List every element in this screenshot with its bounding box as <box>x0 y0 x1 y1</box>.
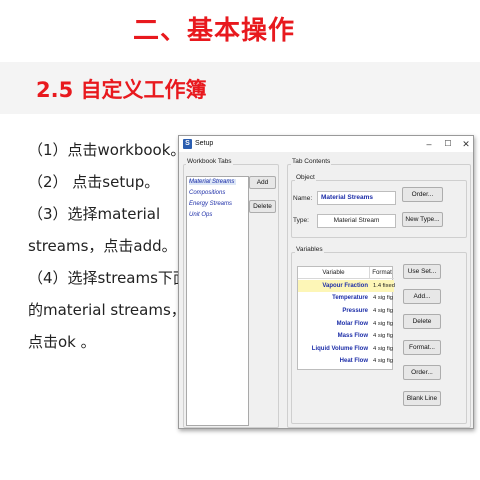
dialog-title: Setup <box>195 140 214 147</box>
step-line: 的material streams， <box>28 301 186 319</box>
step-line: （3）选择material <box>28 205 161 223</box>
variable-format: 4 sig fig <box>373 333 393 339</box>
object-label: Object <box>295 174 316 181</box>
table-row[interactable]: Temperature 4 sig fig <box>298 292 394 304</box>
step-line: （2） 点击setup。 <box>28 173 160 191</box>
setup-dialog: S Setup – ☐ ✕ Workbook Tabs Material Str… <box>178 135 474 429</box>
table-row[interactable]: Pressure 4 sig fig <box>298 305 394 317</box>
variable-format: 4 sig fig <box>373 308 393 314</box>
name-label: Name: <box>293 195 313 202</box>
object-order-button[interactable]: Order... <box>402 187 443 202</box>
tab-contents-label: Tab Contents <box>291 158 332 165</box>
table-row[interactable]: Liquid Volume Flow 4 sig fig <box>298 343 394 355</box>
workbook-tabs-list[interactable]: Material Streams Compositions Energy Str… <box>186 176 249 426</box>
step-line: （1）点击workbook。 <box>28 141 186 159</box>
list-item-energy-streams[interactable]: Energy Streams <box>189 201 232 207</box>
variable-name: Heat Flow <box>339 358 368 364</box>
page-title: 二、基本操作 <box>133 16 296 46</box>
column-header-format: Format <box>370 267 394 279</box>
slide-top-strip <box>0 0 4 52</box>
tab-delete-button[interactable]: Delete <box>249 200 276 213</box>
list-item-material-streams[interactable]: Material Streams <box>189 179 237 185</box>
maximize-icon[interactable]: ☐ <box>441 138 455 150</box>
step-line: streams，点击add。 <box>28 237 177 255</box>
variable-name: Mass Flow <box>337 333 368 339</box>
list-item-unit-ops[interactable]: Unit Ops <box>189 212 212 218</box>
step-line: （4）选择streams下面 <box>28 269 188 287</box>
workbook-tabs-label: Workbook Tabs <box>186 158 233 165</box>
variable-format: 1.4 fixed <box>373 283 395 289</box>
table-row[interactable]: Vapour Fraction 1.4 fixed <box>298 280 395 292</box>
blank-line-button[interactable]: Blank Line <box>403 391 441 406</box>
table-row[interactable]: Mass Flow 4 sig fig <box>298 330 394 342</box>
variable-format: 4 sig fig <box>373 346 393 352</box>
list-item-compositions[interactable]: Compositions <box>189 190 225 196</box>
variable-format: 4 sig fig <box>373 321 393 327</box>
variables-label: Variables <box>295 246 324 253</box>
variable-name: Temperature <box>332 295 368 301</box>
variables-table[interactable]: Variable Format Vapour Fraction 1.4 fixe… <box>297 266 395 370</box>
app-icon: S <box>183 139 192 149</box>
variable-name: Vapour Fraction <box>322 283 368 289</box>
format-button[interactable]: Format... <box>403 340 441 355</box>
variable-order-button[interactable]: Order... <box>403 365 441 380</box>
variable-format: 4 sig fig <box>373 295 393 301</box>
variable-name: Molar Flow <box>336 321 368 327</box>
name-field[interactable]: Material Streams <box>317 191 396 205</box>
table-row[interactable]: Heat Flow 4 sig fig <box>298 355 394 367</box>
close-icon[interactable]: ✕ <box>459 138 473 150</box>
variable-format: 4 sig fig <box>373 358 393 364</box>
type-label: Type: <box>293 217 309 224</box>
type-field[interactable]: Material Stream <box>317 214 396 228</box>
variable-delete-button[interactable]: Delete <box>403 314 441 329</box>
tab-add-button[interactable]: Add <box>249 176 276 189</box>
step-line: 点击ok 。 <box>28 333 96 351</box>
column-header-variable: Variable <box>298 267 370 279</box>
new-type-button[interactable]: New Type... <box>402 212 443 227</box>
dialog-titlebar[interactable]: S Setup – ☐ ✕ <box>179 136 473 152</box>
variable-add-button[interactable]: Add... <box>403 289 441 304</box>
minimize-icon[interactable]: – <box>422 138 436 150</box>
section-title: 2.5 自定义工作簿 <box>36 78 207 102</box>
variable-name: Pressure <box>342 308 368 314</box>
use-set-button[interactable]: Use Set... <box>403 264 441 279</box>
variable-name: Liquid Volume Flow <box>311 346 368 352</box>
table-row[interactable]: Molar Flow 4 sig fig <box>298 318 394 330</box>
instruction-steps: （1）点击workbook。 （2） 点击setup。 （3）选择materia… <box>28 134 188 358</box>
